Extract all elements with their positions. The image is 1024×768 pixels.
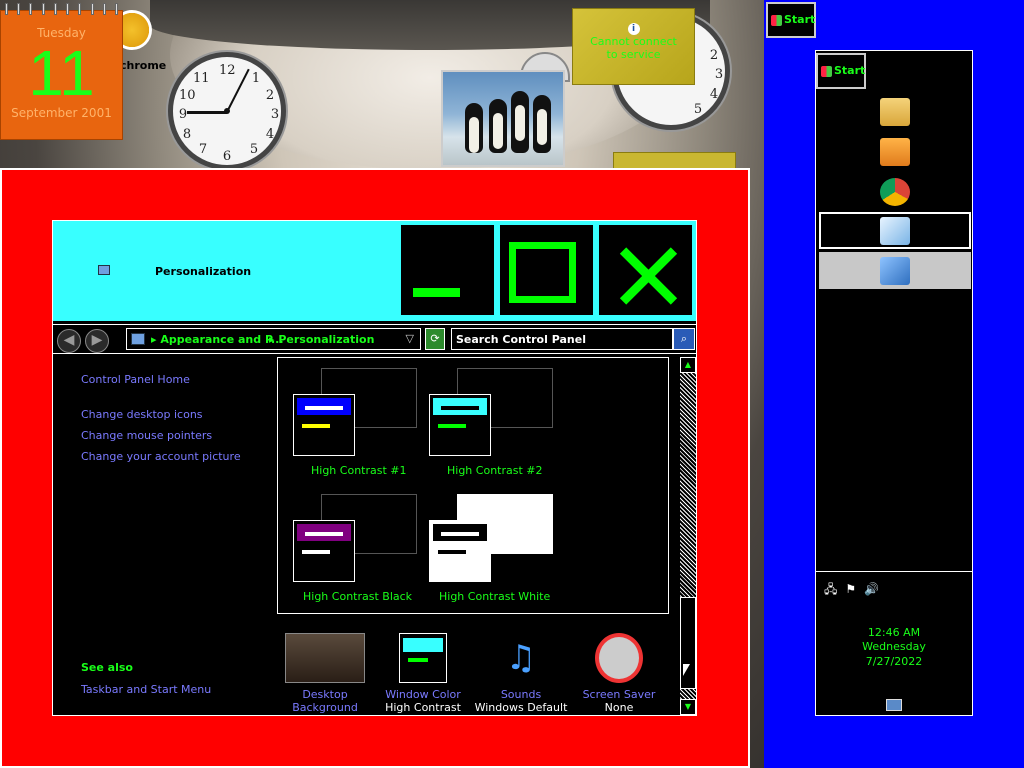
calendar-rings <box>5 3 118 15</box>
forward-button[interactable]: ▶ <box>85 329 109 353</box>
window-title: Personalization <box>155 265 252 278</box>
theme-gallery: High Contrast #1 High Contrast #2 High C… <box>277 357 669 614</box>
calendar-day-number: 11 <box>28 37 95 109</box>
screen-saver-label: Screen Saver <box>582 688 656 701</box>
file-explorer-icon <box>880 97 910 126</box>
change-account-picture-link[interactable]: Change your account picture <box>81 450 241 463</box>
refresh-button[interactable]: ⟳ <box>425 328 445 350</box>
see-also-heading: See also <box>81 661 133 674</box>
desktop-background-label2: Background <box>292 701 358 714</box>
screen-saver-item[interactable]: Screen Saver None <box>571 633 667 714</box>
notification-area: 🖧⚑🔊 12:46 AM Wednesday 7/27/2022 <box>816 571 972 715</box>
taskbar-notepad[interactable] <box>819 212 971 249</box>
control-panel-icon <box>880 256 910 285</box>
taskbar-control-panel[interactable] <box>819 252 971 289</box>
theme-high-contrast-black[interactable]: High Contrast Black <box>293 494 433 604</box>
screen-saver-icon <box>595 633 643 683</box>
theme-high-contrast-white[interactable]: High Contrast White <box>429 494 569 604</box>
maximize-button[interactable] <box>499 224 594 316</box>
sounds-item[interactable]: ♫ Sounds Windows Default <box>473 633 569 714</box>
weather-message-line1: Cannot connect <box>590 35 677 48</box>
breadcrumb-appearance[interactable]: ▸ Appearance and P... <box>151 333 284 346</box>
show-desktop-icon[interactable] <box>886 699 902 711</box>
title-bar[interactable]: Personalization <box>53 221 696 321</box>
sounds-value: Windows Default <box>474 701 568 714</box>
theme-name: High Contrast White <box>439 590 551 603</box>
window-color-value: High Contrast <box>385 701 461 714</box>
minimize-button[interactable] <box>400 224 495 316</box>
control-panel-home-link[interactable]: Control Panel Home <box>81 373 190 386</box>
window-color-label: Window Color <box>385 688 461 701</box>
taskbar-start-menu-link[interactable]: Taskbar and Start Menu <box>81 683 211 696</box>
desktop-background-thumbnail <box>285 633 365 683</box>
scroll-up-button[interactable]: ▲ <box>680 357 696 373</box>
sounds-label: Sounds <box>500 688 542 701</box>
notepad-icon <box>880 216 910 245</box>
clock-hour-hand <box>187 111 227 114</box>
taskbar-file-explorer[interactable] <box>819 93 971 130</box>
address-bar[interactable]: ▸ Appearance and P... ▸ Personalization … <box>126 328 421 350</box>
control-panel-icon <box>131 333 145 345</box>
tray-icons[interactable]: 🖧⚑🔊 <box>824 580 887 601</box>
desktop-background-item[interactable]: Desktop Background <box>277 633 373 714</box>
weather-message-line2: to service <box>606 48 661 61</box>
navigation-bar: ◀ ▶ ▸ Appearance and P... ▸ Personalizat… <box>53 324 696 354</box>
taskbar-media-player[interactable] <box>819 133 971 170</box>
minimize-icon <box>413 288 460 297</box>
maximize-icon <box>509 242 576 303</box>
personalization-window: Personalization ◀ ▶ ▸ Appearance and P..… <box>52 220 697 716</box>
desktop-background-label: Desktop <box>302 688 348 701</box>
taskbar: Start 🖧⚑🔊 12:46 AM Wednesday 7/27/2022 <box>815 50 973 716</box>
calendar-gadget[interactable]: Tuesday 11 September 2001 <box>0 3 123 140</box>
calendar-month-year: September 2001 <box>11 106 112 120</box>
task-pane: Control Panel Home Change desktop icons … <box>53 357 275 717</box>
media-player-icon <box>880 137 910 166</box>
windows-logo-icon <box>821 66 832 77</box>
info-icon: i <box>627 23 640 35</box>
slideshow-gadget[interactable] <box>441 70 565 167</box>
clock-day[interactable]: Wednesday <box>816 640 972 653</box>
personalization-icon <box>98 265 110 275</box>
breadcrumb-personalization[interactable]: ▸ Personalization <box>269 333 374 346</box>
clock-date[interactable]: 7/27/2022 <box>816 655 972 668</box>
search-icon[interactable]: ⌕ <box>673 328 695 350</box>
start-button[interactable]: Start <box>766 2 816 38</box>
change-mouse-pointers-link[interactable]: Change mouse pointers <box>81 429 212 442</box>
clock-time[interactable]: 12:46 AM <box>816 626 972 639</box>
theme-high-contrast-1[interactable]: High Contrast #1 <box>293 368 433 478</box>
window-color-icon <box>399 633 447 683</box>
sounds-icon: ♫ <box>505 638 537 678</box>
clock-gadget[interactable]: 12 1 2 3 4 5 6 7 8 9 10 11 <box>168 52 286 170</box>
theme-high-contrast-2[interactable]: High Contrast #2 <box>429 368 569 478</box>
mouse-cursor-icon <box>683 664 690 676</box>
windows-logo-icon <box>771 15 782 26</box>
chrome-icon <box>880 177 910 206</box>
theme-name: High Contrast #2 <box>447 464 543 477</box>
search-input[interactable] <box>451 328 673 350</box>
chrome-desktop-label[interactable]: chrome <box>120 59 166 72</box>
start-button[interactable]: Start <box>816 53 866 89</box>
screen-saver-value: None <box>604 701 634 714</box>
scroll-down-button[interactable]: ▼ <box>680 699 696 715</box>
address-dropdown-icon[interactable]: ▽ <box>406 332 414 345</box>
change-desktop-icons-link[interactable]: Change desktop icons <box>81 408 203 421</box>
weather-gadget[interactable]: i Cannot connect to service <box>572 8 695 85</box>
close-button[interactable] <box>598 224 693 316</box>
vertical-scrollbar[interactable]: ▲ ▼ <box>680 357 696 715</box>
window-color-item[interactable]: Window Color High Contrast <box>375 633 471 714</box>
taskbar-chrome[interactable] <box>819 173 971 210</box>
theme-name: High Contrast Black <box>303 590 413 603</box>
back-button[interactable]: ◀ <box>57 329 81 353</box>
